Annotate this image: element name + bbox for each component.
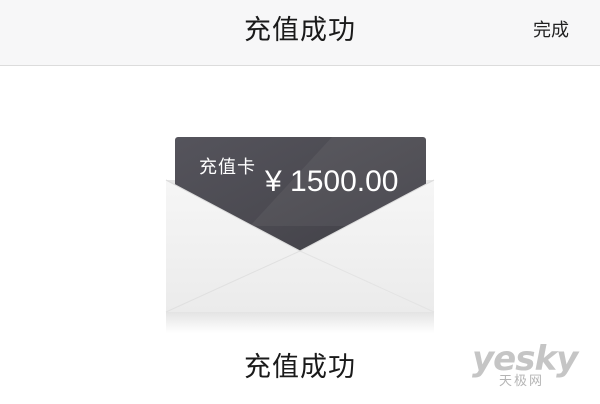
- card-amount: ¥ 1500.00: [265, 165, 399, 198]
- envelope-reflection: [166, 311, 434, 333]
- watermark-text: yesky: [472, 339, 578, 379]
- watermark-subtext: 天极网: [499, 374, 545, 389]
- card-label: 充值卡: [199, 157, 256, 178]
- done-button[interactable]: 完成: [533, 17, 569, 45]
- watermark-logo: yesky 天极网: [472, 341, 592, 391]
- page-title: 充值成功: [244, 15, 356, 46]
- navigation-bar: 充值成功 完成: [0, 0, 600, 66]
